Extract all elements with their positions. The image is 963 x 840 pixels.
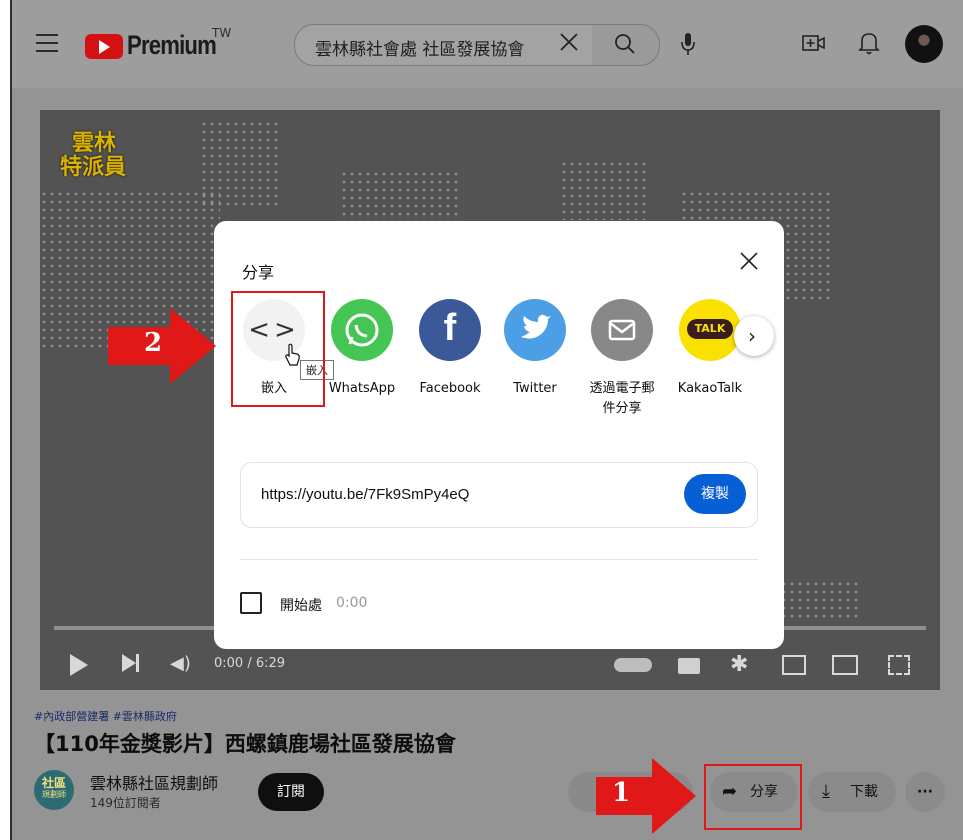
avatar-line1: 社區: [41, 776, 66, 790]
email-label-line2: 件分享: [602, 401, 642, 416]
share-dialog-title: 分享: [242, 263, 275, 282]
fullscreen-icon[interactable]: [888, 655, 910, 675]
subscriber-count: 149位訂閱者: [90, 796, 161, 810]
annotation-number-2: 2: [144, 328, 163, 358]
share-option-label: KakaoTalk: [677, 381, 743, 396]
map-background: [560, 160, 650, 220]
copy-button[interactable]: 複製: [684, 474, 746, 514]
watermark-line1: 雲林: [72, 131, 117, 156]
channel-watermark: 雲林 特派員: [60, 132, 126, 180]
create-video-icon[interactable]: [802, 32, 826, 58]
share-option-whatsapp[interactable]: WhatsApp: [319, 299, 405, 399]
subscribe-button[interactable]: 訂閱: [258, 773, 324, 811]
region-code: TW: [212, 26, 232, 40]
highlight-embed-option: [231, 291, 325, 407]
start-at-time[interactable]: 0:00: [336, 595, 367, 611]
start-at-label: 開始處: [280, 598, 322, 614]
share-option-facebook[interactable]: f Facebook: [407, 299, 493, 399]
map-background: [780, 580, 860, 620]
annotation-number-1: 1: [612, 778, 631, 808]
search-input[interactable]: 雲林縣社會處 社區發展協會: [294, 24, 594, 66]
subtitles-icon[interactable]: [678, 658, 700, 674]
close-icon[interactable]: [739, 251, 759, 275]
masthead: Premium TW 雲林縣社會處 社區發展協會: [12, 0, 963, 88]
window-edge: [0, 0, 12, 840]
start-at-checkbox[interactable]: [240, 592, 262, 614]
time-display: 0:00 / 6:29: [214, 656, 286, 671]
share-options-next-button[interactable]: ›: [734, 316, 774, 356]
logo-text: Premium: [127, 30, 217, 60]
channel-name[interactable]: 雲林縣社區規劃師: [90, 770, 218, 794]
video-title: 【110年金獎影片】西螺鎮鹿場社區發展協會: [34, 732, 456, 756]
menu-icon[interactable]: [36, 34, 58, 52]
user-avatar[interactable]: [905, 25, 943, 63]
kakaotalk-icon: TALK: [679, 299, 741, 361]
whatsapp-icon: [331, 299, 393, 361]
divider: [240, 559, 758, 560]
volume-icon[interactable]: ◀): [170, 653, 191, 674]
share-option-label: Twitter: [513, 381, 557, 396]
autoplay-toggle-icon[interactable]: [614, 658, 652, 672]
annotation-arrow-2: 2: [108, 308, 218, 388]
email-icon: [591, 299, 653, 361]
share-dialog: 分享 <> 嵌入 WhatsApp f Facebook Twitter 透過電…: [214, 221, 784, 649]
chevron-right-icon: ›: [748, 324, 756, 348]
next-video-icon[interactable]: [122, 654, 139, 672]
play-icon[interactable]: [70, 654, 88, 676]
search-query: 雲林縣社會處 社區發展協會: [315, 40, 525, 60]
hashtags[interactable]: #內政部營建署 #雲林縣政府: [34, 708, 177, 724]
avatar-line2: 規劃師: [42, 790, 66, 799]
facebook-icon: f: [419, 299, 481, 361]
share-option-label: Facebook: [419, 381, 481, 396]
search-button[interactable]: [592, 24, 660, 66]
download-button[interactable]: ⤓ 下載: [808, 772, 896, 812]
miniplayer-icon[interactable]: [782, 655, 806, 675]
map-background: [200, 120, 280, 210]
share-option-label: 透過電子郵 件分享: [579, 379, 665, 419]
search-icon: [615, 34, 635, 54]
search-clear-icon[interactable]: [558, 31, 580, 53]
twitter-icon: [504, 299, 566, 361]
theater-mode-icon[interactable]: [832, 655, 858, 675]
share-option-twitter[interactable]: Twitter: [492, 299, 578, 399]
settings-gear-icon[interactable]: ✱: [730, 652, 748, 677]
share-link-field[interactable]: https://youtu.be/7Fk9SmPy4eQ 複製: [240, 462, 758, 528]
share-link-text: https://youtu.be/7Fk9SmPy4eQ: [261, 486, 470, 503]
more-actions-button[interactable]: ···: [905, 772, 945, 812]
watermark-line2: 特派員: [60, 155, 127, 180]
share-option-label: WhatsApp: [328, 381, 396, 396]
notifications-bell-icon[interactable]: [858, 30, 880, 60]
kakaotalk-badge: TALK: [687, 319, 733, 339]
annotation-arrow-1: 1: [596, 758, 698, 838]
highlight-share-button: [704, 764, 802, 830]
channel-avatar[interactable]: 社區 規劃師: [34, 770, 74, 810]
download-button-label: 下載: [850, 784, 878, 800]
microphone-icon[interactable]: [680, 32, 696, 60]
download-icon: ⤓: [822, 781, 830, 802]
youtube-play-icon: [85, 34, 123, 59]
email-label-line1: 透過電子郵: [589, 381, 655, 396]
share-option-email[interactable]: 透過電子郵 件分享: [579, 299, 665, 419]
